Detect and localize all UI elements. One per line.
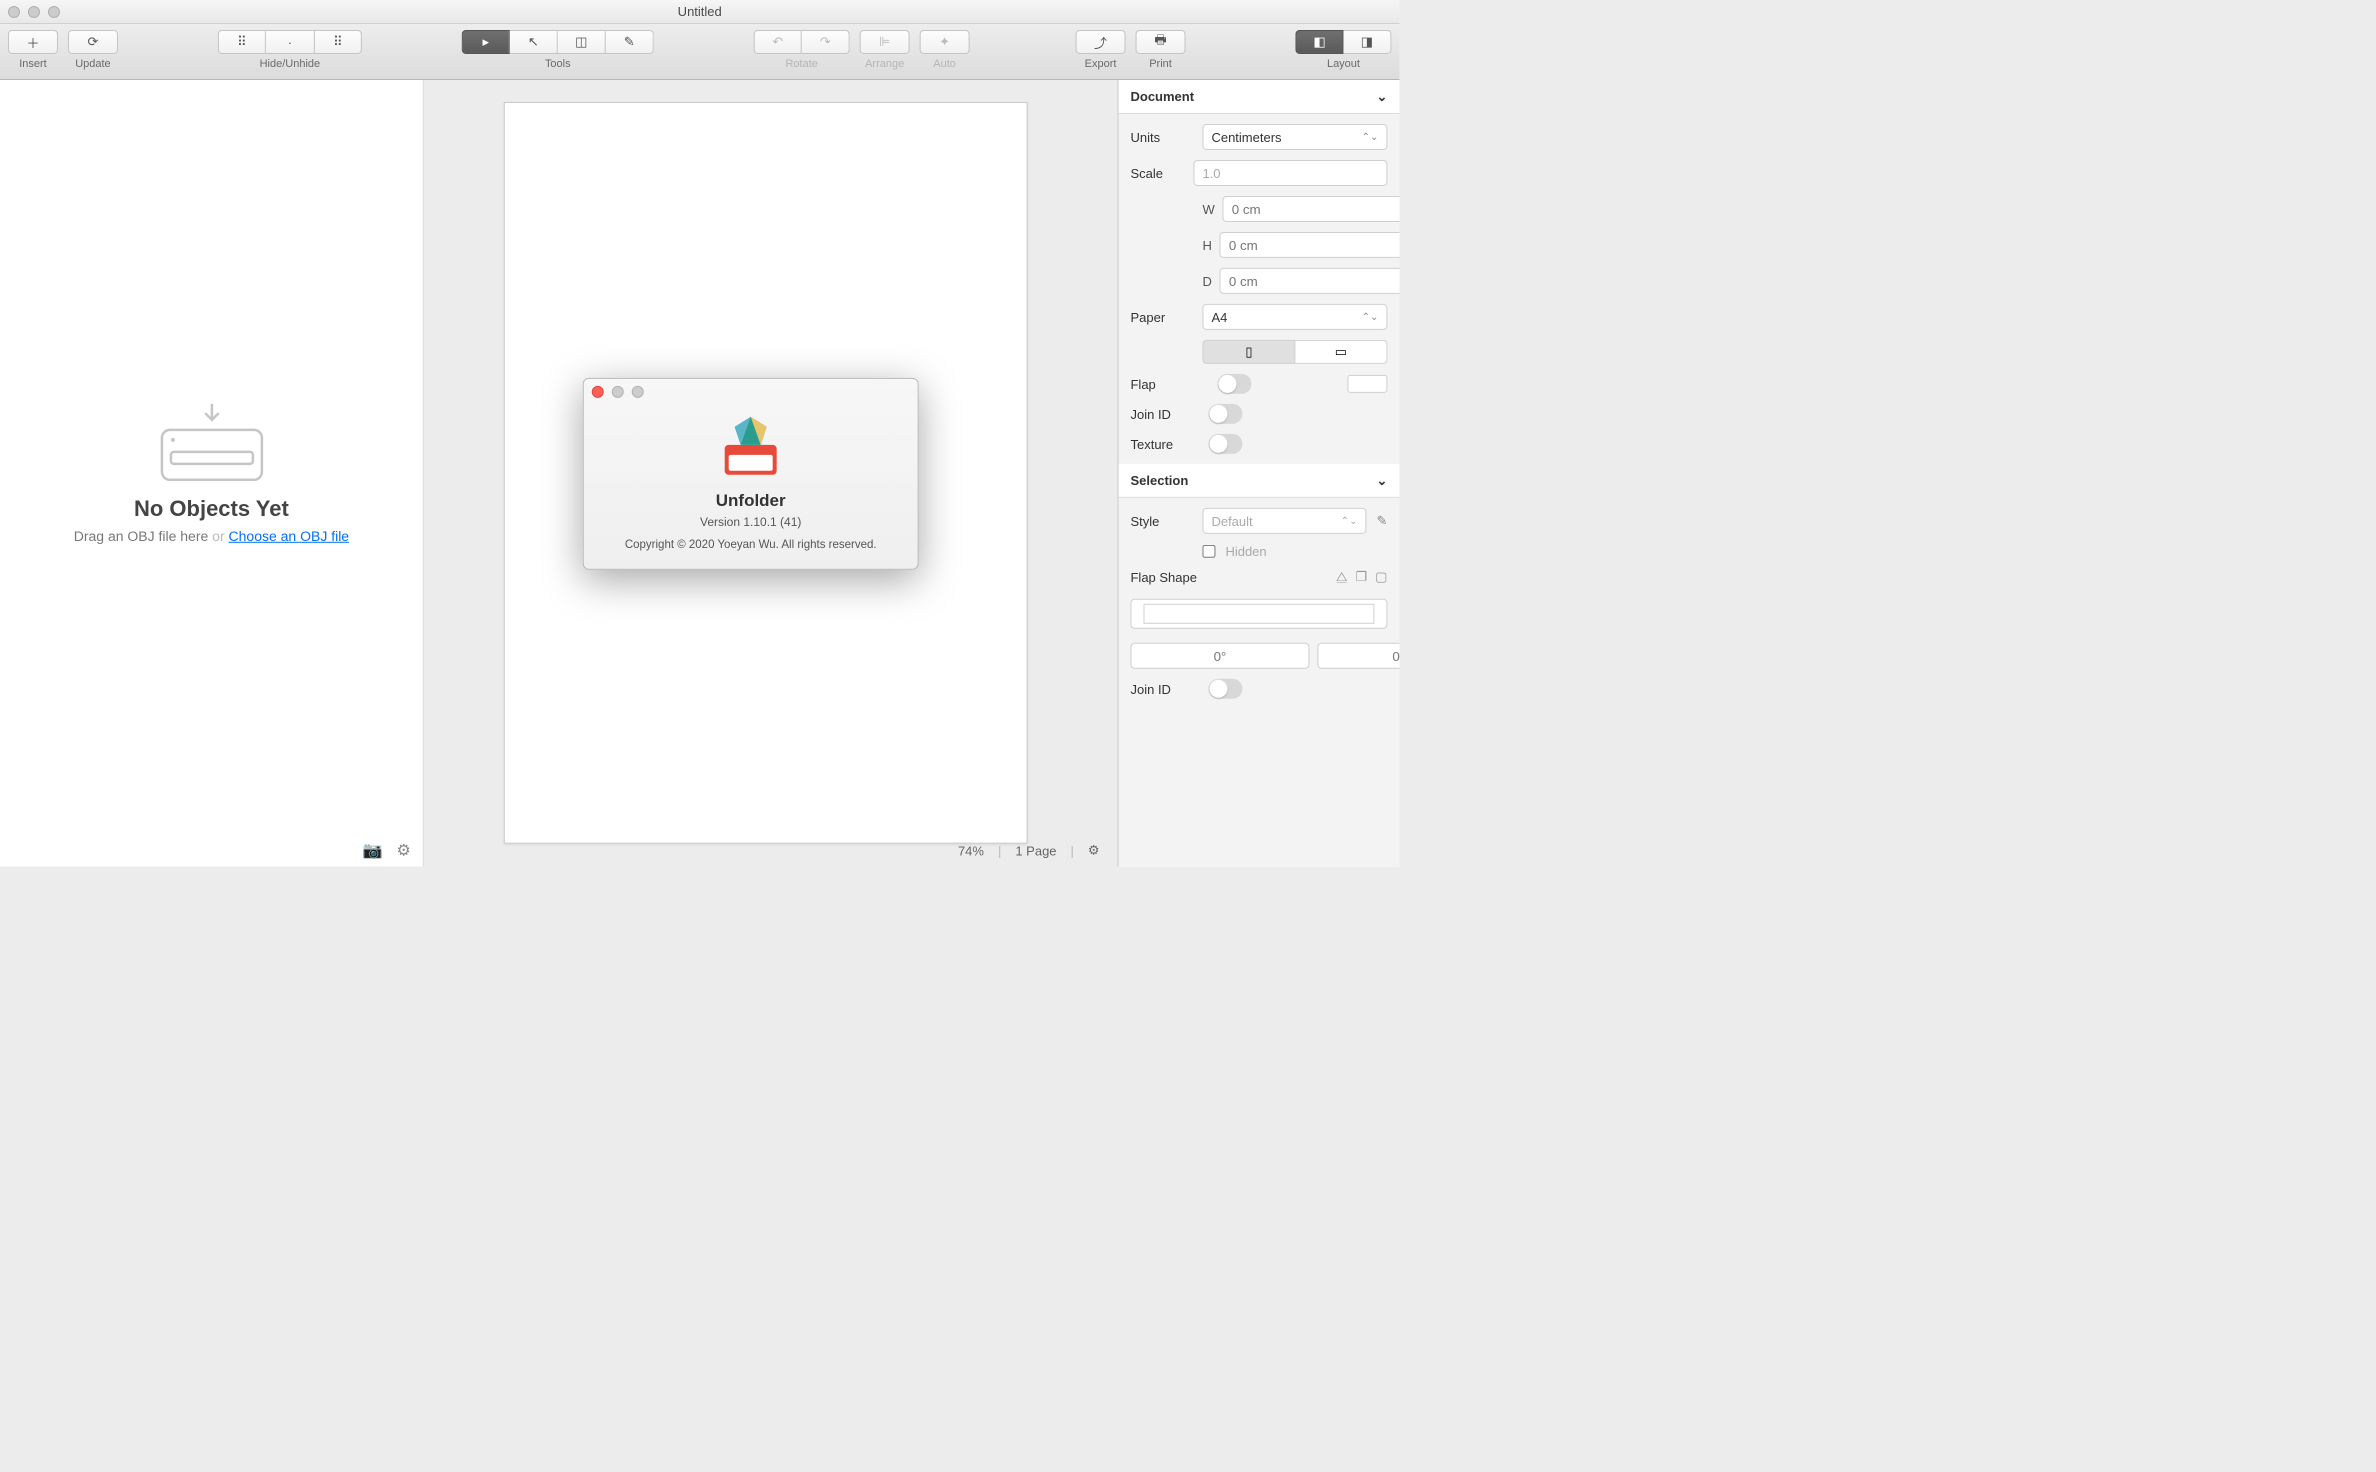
camera-icon[interactable]: 📷 [363,841,383,861]
hide-button-2[interactable]: · [266,30,314,54]
update-button[interactable]: ⟳ [68,30,118,54]
zoom-window-button[interactable] [48,5,60,17]
arrange-label: Arrange [865,58,904,70]
layout-label: Layout [1327,58,1360,70]
titlebar: Untitled [0,0,1399,24]
window-title: Untitled [0,4,1399,19]
height-input[interactable] [1220,232,1400,258]
flap-mirror-icon[interactable]: ⧋ [1336,569,1348,585]
update-label: Update [75,58,110,70]
layout-left-button[interactable]: ◧ [1295,30,1343,54]
minimize-window-button[interactable] [28,5,40,17]
about-dialog: Unfolder Version 1.10.1 (41) Copyright ©… [583,378,919,570]
depth-input[interactable] [1220,268,1400,294]
tool-select[interactable]: ↖ [510,30,558,54]
hide-button-3[interactable]: ⠿ [314,30,362,54]
gear-icon[interactable]: ⚙ [396,841,410,861]
texture-label: Texture [1131,436,1199,451]
about-app-name: Unfolder [600,491,902,511]
about-version: Version 1.10.1 (41) [600,515,902,529]
chevron-down-icon: ⌄ [1377,88,1388,104]
canvas-footer: 74% | 1 Page | ⚙ [958,843,1100,859]
inspector: Document ⌄ Units Centimeters⌃⌄ Scale W H… [1118,80,1400,867]
toolbar: ＋ Insert ⟳ Update ⠿ · ⠿ Hide/Unhide ▸ ↖ … [0,24,1399,80]
paper-select[interactable]: A4⌃⌄ [1203,304,1388,330]
portrait-button[interactable]: ▯ [1203,340,1296,364]
about-copyright: Copyright © 2020 Yoeyan Wu. All rights r… [600,539,902,551]
flap-rect-icon[interactable]: ▢ [1375,569,1387,585]
paper-label: Paper [1131,309,1193,324]
hidden-checkbox[interactable] [1203,545,1216,558]
width-input[interactable] [1223,196,1400,222]
drop-target-icon [156,403,266,483]
about-minimize-button [612,386,624,398]
page-count: 1 Page [1015,843,1056,858]
export-button[interactable]: ⤴ [1076,30,1126,54]
layout-right-button[interactable]: ◨ [1343,30,1391,54]
style-select[interactable]: Default⌃⌄ [1203,508,1367,534]
joinid-label: Join ID [1131,406,1199,421]
zoom-level[interactable]: 74% [958,843,984,858]
scale-label: Scale [1131,165,1184,180]
rotate-left-button[interactable]: ↶ [754,30,802,54]
flap-preview [1347,375,1387,393]
tools-label: Tools [545,58,571,70]
about-close-button[interactable] [592,386,604,398]
rotate-label: Rotate [785,58,817,70]
auto-label: Auto [933,58,956,70]
arrange-button[interactable]: ⊫ [860,30,910,54]
joinid2-toggle[interactable] [1208,679,1242,699]
about-zoom-button [632,386,644,398]
edit-style-icon[interactable]: ✎ [1377,513,1388,529]
flapshape-label: Flap Shape [1131,569,1197,584]
flap-width[interactable] [1317,643,1399,669]
units-select[interactable]: Centimeters⌃⌄ [1203,124,1388,150]
document-section-header[interactable]: Document ⌄ [1119,80,1400,114]
empty-state: No Objects Yet Drag an OBJ file here or … [0,80,423,867]
selection-section-header[interactable]: Selection ⌄ [1119,464,1400,498]
hide-label: Hide/Unhide [260,58,321,70]
texture-toggle[interactable] [1208,434,1242,454]
landscape-button[interactable]: ▭ [1295,340,1387,364]
tool-unfold[interactable]: ◫ [558,30,606,54]
export-label: Export [1085,58,1117,70]
joinid2-label: Join ID [1131,681,1199,696]
flap-copy-icon[interactable]: ❐ [1356,569,1368,585]
joinid-toggle[interactable] [1208,404,1242,424]
app-icon [715,411,787,483]
style-label: Style [1131,513,1193,528]
units-label: Units [1131,129,1193,144]
empty-subtitle: Drag an OBJ file here or Choose an OBJ f… [74,527,349,543]
print-label: Print [1149,58,1172,70]
tool-edit[interactable]: ✎ [606,30,654,54]
flap-angle-left[interactable] [1131,643,1310,669]
insert-label: Insert [19,58,47,70]
print-button[interactable]: 🖶 [1136,30,1186,54]
choose-file-link[interactable]: Choose an OBJ file [229,527,350,543]
tool-play[interactable]: ▸ [462,30,510,54]
close-window-button[interactable] [8,5,20,17]
chevron-down-icon: ⌄ [1377,472,1388,488]
hide-button-1[interactable]: ⠿ [218,30,266,54]
rotate-right-button[interactable]: ↷ [802,30,850,54]
flap-toggle[interactable] [1217,374,1251,394]
empty-title: No Objects Yet [134,495,289,521]
flap-label: Flap [1131,376,1207,391]
auto-button[interactable]: ✦ [920,30,970,54]
sidebar: No Objects Yet Drag an OBJ file here or … [0,80,424,867]
canvas-gear-icon[interactable]: ⚙ [1088,843,1100,859]
scale-input[interactable] [1194,160,1388,186]
insert-button[interactable]: ＋ [8,30,58,54]
flap-shape-preview[interactable] [1131,599,1388,629]
